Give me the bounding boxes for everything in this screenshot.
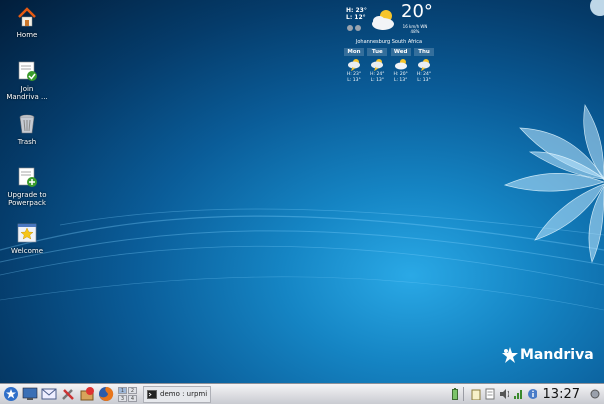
mandriva-logo: Mandriva	[500, 346, 594, 364]
volume-icon[interactable]	[499, 388, 509, 400]
mandriva-star-icon	[502, 347, 518, 363]
network-icon[interactable]	[513, 388, 523, 400]
pager-desktop[interactable]: 2	[128, 386, 137, 394]
pager-desktop[interactable]: 1	[118, 386, 127, 394]
forecast-low: L: 13°	[417, 77, 431, 83]
clipboard-icon[interactable]	[471, 388, 481, 400]
forecast-high: H: 23°	[346, 72, 362, 77]
forecast-day-name: Thu	[413, 48, 434, 56]
forecast-low: L: 13°	[370, 77, 385, 83]
desktop-icon-label: Join Mandriva ...	[6, 85, 48, 101]
panel-toolbox-icon[interactable]	[590, 388, 600, 400]
virtual-desktop-pager[interactable]: 1 2 3 4	[118, 386, 137, 402]
show-desktop-icon[interactable]	[22, 386, 38, 402]
wallpaper-graphic	[0, 0, 604, 311]
home-icon	[16, 6, 38, 28]
partly-cloudy-icon	[391, 58, 411, 71]
weather-small-icons	[346, 24, 362, 34]
forecast-high: H: 20°	[393, 72, 408, 77]
thunderstorm-icon	[367, 58, 387, 72]
weather-today-low: L: 12°	[346, 14, 366, 21]
desktop-icon-label: Upgrade to Powerpack	[7, 191, 47, 207]
task-label: demo : urpmi	[160, 390, 208, 398]
forecast-high: H: 24°	[370, 72, 385, 77]
join-mandriva-icon	[16, 60, 38, 82]
brand-name: Mandriva	[520, 347, 594, 363]
weather-today-high: H: 23°	[346, 7, 367, 14]
desktop-icon-welcome[interactable]: Welcome	[0, 222, 57, 255]
welcome-icon	[16, 222, 38, 244]
mail-icon[interactable]	[41, 386, 57, 402]
start-menu-button[interactable]	[3, 386, 19, 402]
forecast-day-name: Mon	[344, 48, 364, 56]
battery-icon[interactable]	[450, 388, 460, 400]
forecast-high: H: 24°	[416, 72, 432, 77]
forecast-day-name: Wed	[390, 48, 411, 56]
desktop-icon-label: Home	[16, 31, 38, 39]
forecast-day: Wed H: 20° L: 13°	[390, 48, 411, 83]
desktop-icon-trash[interactable]: Trash	[0, 113, 57, 146]
partly-cloudy-icon	[370, 8, 398, 34]
forecast-day: Mon H: 23° L: 13°	[344, 48, 364, 83]
weather-current-temp: 20°	[401, 1, 433, 22]
desktop: Home Join Mandriva ... Trash Upgrade to …	[0, 0, 604, 383]
weather-humidity: 48%	[410, 29, 420, 34]
terminal-icon	[147, 389, 157, 399]
forecast-low: L: 13°	[347, 77, 361, 83]
firefox-icon[interactable]	[98, 386, 114, 402]
forecast-low: L: 13°	[393, 77, 408, 83]
forecast-day: Thu H: 24° L: 13°	[413, 48, 434, 83]
pager-desktop[interactable]: 3	[118, 394, 127, 402]
weather-location: Johannesburg South Africa	[355, 39, 423, 45]
thunderstorm-icon	[414, 58, 434, 72]
desktop-icon-label: Welcome	[10, 247, 44, 255]
thunderstorm-icon	[344, 58, 364, 72]
tools-icon[interactable]	[60, 386, 76, 402]
trash-icon	[16, 113, 38, 135]
desktop-icon-join-mandriva[interactable]: Join Mandriva ...	[0, 60, 57, 101]
taskbar: 1 2 3 4 demo : urpmi 13:27	[0, 383, 604, 404]
desktop-icon-home[interactable]: Home	[0, 6, 57, 39]
system-tray: 13:27	[446, 387, 604, 402]
info-icon[interactable]	[527, 388, 537, 400]
tray-separator	[462, 387, 464, 401]
weather-forecast: Mon H: 23° L: 13° Tue H: 24° L: 13° Wed …	[344, 48, 434, 83]
forecast-day: Tue H: 24° L: 13°	[367, 48, 388, 83]
notes-icon[interactable]	[485, 388, 495, 400]
desktop-icon-upgrade[interactable]: Upgrade to Powerpack	[0, 166, 57, 207]
desktop-icon-label: Trash	[17, 138, 37, 146]
upgrade-icon	[16, 166, 38, 188]
pager-desktop[interactable]: 4	[128, 394, 137, 402]
package-manager-icon[interactable]	[79, 386, 95, 402]
forecast-day-name: Tue	[367, 48, 388, 56]
taskbar-task-terminal[interactable]: demo : urpmi	[143, 385, 212, 403]
clock[interactable]: 13:27	[543, 387, 580, 402]
